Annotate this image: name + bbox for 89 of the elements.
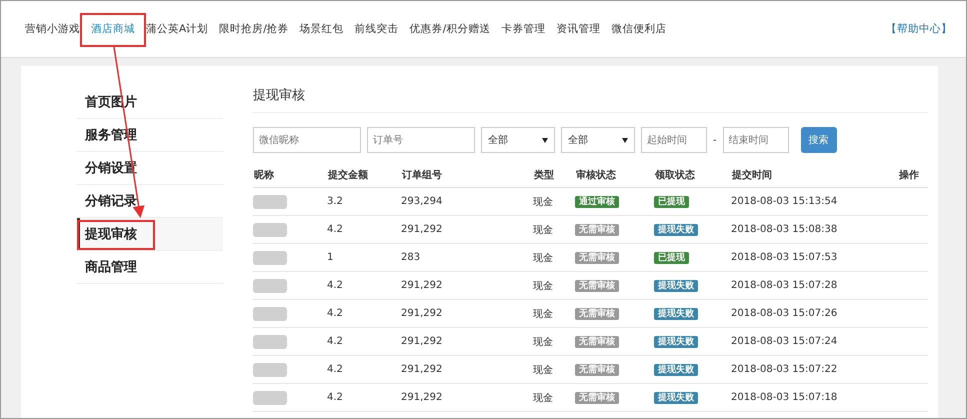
blurred-nickname xyxy=(253,334,287,348)
help-center-link[interactable]: 【帮助中心】 xyxy=(886,22,952,36)
claim-status-badge: 提现失败 xyxy=(654,392,698,404)
table-cell: 2018-08-03 15:07:53 xyxy=(731,252,838,263)
table-cell: 291,292 xyxy=(401,308,442,319)
table-cell: 2018-08-03 15:07:26 xyxy=(731,308,838,319)
claim-status-badge: 提现失败 xyxy=(654,364,698,376)
table-cell: 现金 xyxy=(533,308,553,320)
table-cell: 2018-08-03 15:07:18 xyxy=(731,392,838,403)
sidebar-item[interactable]: 商品管理 xyxy=(77,251,223,284)
table-cell: 293,294 xyxy=(401,196,442,207)
blurred-nickname xyxy=(253,278,287,292)
blurred-nickname xyxy=(253,194,287,208)
blurred-nickname xyxy=(253,390,287,404)
table-cell: 1 xyxy=(327,252,334,263)
table-cell: 现金 xyxy=(533,364,553,376)
start-time-field[interactable]: 起始时间 xyxy=(641,127,707,153)
blurred-nickname xyxy=(253,306,287,320)
table-cell: 4.2 xyxy=(327,336,343,347)
table-cell: 现金 xyxy=(533,196,553,208)
table-cell: 291,292 xyxy=(401,280,442,291)
audit-status-badge: 无需审核 xyxy=(575,252,619,264)
nav-link[interactable]: 场景红包 xyxy=(300,22,344,36)
claim-status-badge: 提现失败 xyxy=(654,224,698,236)
nickname-field[interactable]: 微信昵称 xyxy=(253,127,361,153)
column-header: 操作 xyxy=(899,170,919,181)
audit-status-badge: 无需审核 xyxy=(575,280,619,292)
audit-status-badge: 通过审核 xyxy=(575,196,619,208)
audit-status-select[interactable]: 全部 xyxy=(481,127,555,153)
audit-status-badge: 无需审核 xyxy=(575,308,619,320)
nav-link[interactable]: 微信便利店 xyxy=(611,22,666,36)
caret-icon xyxy=(622,138,628,142)
table-cell: 4.2 xyxy=(327,364,343,375)
claim-status-badge: 提现失败 xyxy=(654,336,698,348)
column-header: 审核状态 xyxy=(576,170,616,181)
blurred-nickname xyxy=(253,222,287,236)
nav-link[interactable]: 卡券管理 xyxy=(501,22,546,36)
column-header: 订单组号 xyxy=(402,170,442,181)
nav-link[interactable]: 限时抢房/抢券 xyxy=(219,22,289,36)
nav-link[interactable]: 优惠券/积分赠送 xyxy=(410,22,490,36)
nav-link[interactable]: 蒲公英A计划 xyxy=(146,22,208,36)
table-cell: 现金 xyxy=(533,392,553,404)
page-title: 提现审核 xyxy=(253,86,928,113)
order-field[interactable]: 订单号 xyxy=(367,127,475,153)
claim-status-badge: 提现失败 xyxy=(654,308,698,320)
nav-link[interactable]: 酒店商城 xyxy=(91,22,135,36)
claim-status-badge: 提现失败 xyxy=(654,280,698,292)
table-cell: 283 xyxy=(401,252,420,263)
table-cell: 291,292 xyxy=(401,336,442,347)
table-cell: 现金 xyxy=(533,252,553,264)
column-header: 昵称 xyxy=(254,170,274,181)
table-cell: 2018-08-03 15:07:24 xyxy=(731,336,838,347)
table-cell: 291,292 xyxy=(401,392,442,403)
column-header: 提交金额 xyxy=(328,170,368,181)
table-cell: 现金 xyxy=(533,336,553,348)
nav-link[interactable]: 前线突击 xyxy=(354,22,399,36)
table-cell: 2018-08-03 15:13:54 xyxy=(731,196,838,207)
claim-status-select[interactable]: 全部 xyxy=(561,127,635,153)
table-cell: 现金 xyxy=(533,280,553,292)
nav-link[interactable]: 资讯管理 xyxy=(556,22,600,36)
highlight-frame xyxy=(80,13,146,47)
column-header: 领取状态 xyxy=(655,170,695,181)
table-cell: 4.2 xyxy=(327,224,343,235)
blurred-nickname xyxy=(253,250,287,264)
table-cell: 291,292 xyxy=(401,364,442,375)
end-time-field[interactable]: 结束时间 xyxy=(722,127,789,153)
table-cell: 4.2 xyxy=(327,308,343,319)
claim-status-badge: 已提现 xyxy=(654,252,689,264)
table-cell: 2018-08-03 15:08:38 xyxy=(731,224,838,235)
caret-icon xyxy=(542,138,548,142)
table-cell: 3.2 xyxy=(327,196,343,207)
audit-status-badge: 无需审核 xyxy=(575,364,619,376)
table-cell: 2018-08-03 15:07:28 xyxy=(731,280,838,291)
nav-link[interactable]: 营销小游戏 xyxy=(25,22,80,36)
column-header: 提交时间 xyxy=(732,170,772,181)
search-button[interactable]: 搜索 xyxy=(800,127,837,153)
claim-status-badge: 已提现 xyxy=(654,196,689,208)
blurred-nickname xyxy=(253,362,287,376)
table-cell: 现金 xyxy=(533,224,553,236)
audit-status-badge: 无需审核 xyxy=(575,224,619,236)
table-cell: 4.2 xyxy=(327,392,343,403)
audit-status-badge: 无需审核 xyxy=(575,336,619,348)
table-cell: 2018-08-03 15:07:22 xyxy=(731,364,838,375)
table-cell: 4.2 xyxy=(327,280,343,291)
audit-status-badge: 无需审核 xyxy=(575,392,619,404)
sidebar-item[interactable]: 提现审核 xyxy=(77,218,223,251)
column-header: 类型 xyxy=(534,170,554,181)
range-separator: - xyxy=(713,134,717,146)
table-cell: 291,292 xyxy=(401,224,442,235)
